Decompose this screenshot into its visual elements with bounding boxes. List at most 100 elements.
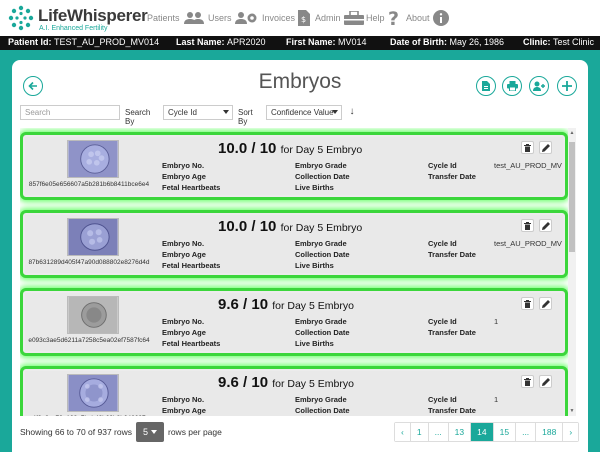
embryo-image-id: e093c3ae5d6211a7258c5ea02ef7587fc64	[28, 337, 150, 344]
user-plus-icon	[533, 81, 545, 91]
trash-icon	[524, 143, 531, 152]
nav-users-label: Users	[208, 13, 232, 23]
scroll-thumb[interactable]	[569, 142, 575, 252]
list-scrollbar[interactable]: ▲ ▼	[568, 128, 576, 416]
nav-help[interactable]: Help ?	[366, 4, 400, 32]
report-button[interactable]	[476, 76, 496, 96]
svg-text:$: $	[301, 15, 306, 24]
cycle-id-label: Cycle Id	[428, 239, 457, 248]
collection-date-label: Collection Date	[295, 328, 350, 337]
trash-icon	[524, 377, 531, 386]
embryo-card-body: 87b631289d405f47a90d088802e8276d4d 10.0 …	[25, 215, 563, 273]
brand-logo[interactable]: LifeWhisperer A.I. Enhanced Fertility	[8, 4, 148, 34]
edit-button[interactable]	[539, 375, 552, 388]
fetal-heartbeats-label: Fetal Heartbeats	[162, 261, 221, 270]
nav-invoices[interactable]: Invoices $	[262, 4, 311, 32]
page-ellipsis[interactable]: ...	[428, 423, 449, 441]
users-gear-icon	[234, 12, 257, 24]
rows-per-page-button[interactable]: 5	[136, 422, 164, 442]
search-by-select[interactable]: Cycle Id	[163, 105, 233, 120]
embryo-no-label: Embryo No.	[162, 161, 205, 170]
embryo-no-label: Embryo No.	[162, 395, 205, 404]
patient-first-name: First Name: MV014	[286, 37, 367, 47]
nav-admin[interactable]: Admin	[315, 4, 364, 32]
live-births-label: Live Births	[295, 183, 334, 192]
rows-per-page-value: 5	[142, 427, 148, 437]
question-icon: ?	[388, 9, 399, 27]
embryo-image[interactable]	[67, 140, 119, 178]
edit-button[interactable]	[539, 141, 552, 154]
embryo-card[interactable]: 4f9e8ac73a108a7bcb48b69b8b046637 9.6 / 1…	[20, 366, 568, 416]
brand-tagline: A.I. Enhanced Fertility	[39, 25, 108, 32]
embryo-card[interactable]: e093c3ae5d6211a7258c5ea02ef7587fc64 9.6 …	[20, 288, 568, 356]
assign-user-button[interactable]	[529, 76, 549, 96]
transfer-date-label: Transfer Date	[428, 250, 476, 259]
trash-icon	[524, 299, 531, 308]
embryo-score: 10.0 / 10 for Day 5 Embryo	[218, 140, 363, 157]
sort-direction-button[interactable]: ↓	[346, 106, 358, 119]
trash-icon	[524, 221, 531, 230]
search-input[interactable]	[20, 105, 120, 120]
nav-invoices-label: Invoices	[262, 13, 296, 23]
embryo-card[interactable]: 87b631289d405f47a90d088802e8276d4d 10.0 …	[20, 210, 568, 278]
embryo-age-label: Embryo Age	[162, 250, 206, 259]
cycle-id-label: Cycle Id	[428, 161, 457, 170]
nav-users[interactable]: Users	[208, 4, 259, 32]
delete-button[interactable]	[521, 375, 534, 388]
patient-clinic: Clinic: Test Clinic	[523, 37, 595, 47]
logo-icon	[8, 5, 34, 31]
rows-per-page-label: rows per page	[168, 427, 222, 437]
nav-patients[interactable]: Patients	[147, 4, 205, 32]
info-icon	[432, 10, 449, 26]
page-prev[interactable]: ‹	[395, 423, 411, 441]
cycle-id-value: 1	[494, 317, 499, 326]
sort-by-label: Sort By	[238, 108, 253, 126]
sort-by-value: Confidence Value	[271, 108, 334, 117]
transfer-date-label: Transfer Date	[428, 172, 476, 181]
scroll-down-icon[interactable]: ▼	[569, 408, 575, 414]
embryo-card[interactable]: 857f6e05e656607a5b281b6b8411bce6e4 10.0 …	[20, 132, 568, 200]
collection-date-label: Collection Date	[295, 406, 350, 415]
scroll-up-icon[interactable]: ▲	[569, 130, 575, 136]
pagination: ‹ 1 ... 13 14 15 ... 188 ›	[394, 422, 580, 442]
page-link-active[interactable]: 14	[471, 423, 494, 441]
sort-by-select[interactable]: Confidence Value	[266, 105, 342, 120]
embryo-image-id: 87b631289d405f47a90d088802e8276d4d	[28, 259, 150, 266]
print-button[interactable]	[502, 76, 522, 96]
embryo-card-body: e093c3ae5d6211a7258c5ea02ef7587fc64 9.6 …	[25, 293, 563, 351]
page-next[interactable]: ›	[563, 423, 579, 441]
embryo-score: 10.0 / 10 for Day 5 Embryo	[218, 218, 363, 235]
page-link[interactable]: 188	[536, 423, 564, 441]
page-ellipsis[interactable]: ...	[516, 423, 537, 441]
list-footer: Showing 66 to 70 of 937 rows 5 rows per …	[20, 422, 580, 444]
patient-last-name: Last Name: APR2020	[176, 37, 266, 47]
delete-button[interactable]	[521, 219, 534, 232]
embryo-grade-label: Embryo Grade	[295, 239, 347, 248]
brand-name: LifeWhisperer	[38, 6, 148, 25]
cycle-id-value: test_AU_PROD_MV	[494, 239, 562, 248]
edit-button[interactable]	[539, 297, 552, 310]
embryo-age-label: Embryo Age	[162, 406, 206, 415]
search-by-label: Search By	[125, 108, 151, 126]
add-embryo-button[interactable]	[557, 76, 577, 96]
embryo-card-body: 4f9e8ac73a108a7bcb48b69b8b046637 9.6 / 1…	[25, 371, 563, 416]
nav-about[interactable]: About	[406, 4, 449, 32]
embryo-age-label: Embryo Age	[162, 172, 206, 181]
delete-button[interactable]	[521, 297, 534, 310]
cycle-id-label: Cycle Id	[428, 317, 457, 326]
cycle-id-value: test_AU_PROD_MV	[494, 161, 562, 170]
nav-admin-label: Admin	[315, 13, 341, 23]
embryo-image[interactable]	[67, 296, 119, 334]
patient-info-bar: Patient Id: TEST_AU_PROD_MV014 Last Name…	[0, 36, 600, 50]
edit-button[interactable]	[539, 219, 552, 232]
chevron-down-icon	[151, 430, 157, 434]
delete-button[interactable]	[521, 141, 534, 154]
printer-icon	[506, 81, 518, 91]
page-link[interactable]: 13	[448, 423, 472, 441]
embryo-image[interactable]	[67, 374, 119, 412]
nav-patients-label: Patients	[147, 13, 180, 23]
embryo-image[interactable]	[67, 218, 119, 256]
page-link[interactable]: 15	[493, 423, 517, 441]
plus-icon	[562, 81, 572, 91]
page-link[interactable]: 1	[410, 423, 429, 441]
